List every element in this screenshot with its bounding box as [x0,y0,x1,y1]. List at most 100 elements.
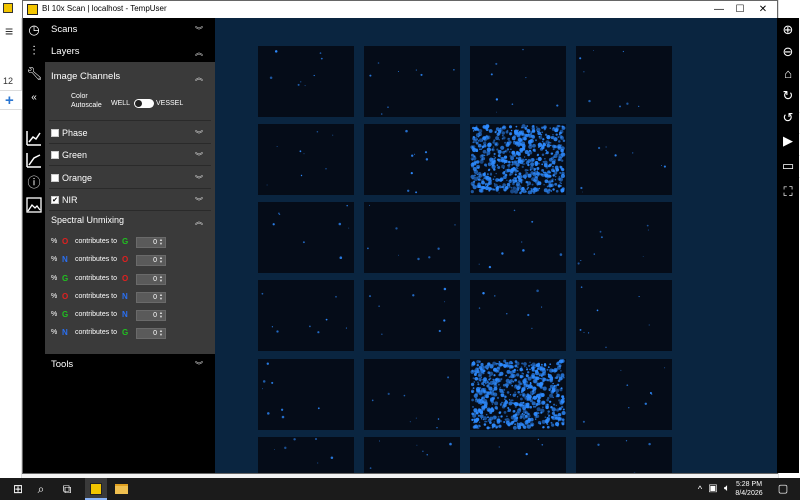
fluorescent-spot [514,173,517,176]
stepper-arrows-icon[interactable]: ▲ ▼ [158,275,164,284]
taskbar-clock[interactable]: 5:28 PM 8/4/2026 [733,480,765,498]
well-tile[interactable] [258,46,354,117]
well-tile[interactable] [576,46,672,117]
well-tile[interactable] [364,437,460,473]
sliders-icon[interactable]: ⫶ [26,43,42,59]
clock-icon[interactable]: ◷ [26,22,42,38]
well-tile[interactable] [470,202,566,273]
unmix-stepper[interactable]: 0 ▲ ▼ [136,237,166,248]
well-tile[interactable] [470,437,566,473]
analysis-icon[interactable] [26,130,42,146]
well-tile[interactable] [364,124,460,195]
layers-section[interactable]: Layers [51,46,80,57]
well-tile[interactable] [364,280,460,351]
unmix-stepper[interactable]: 0 ▲ ▼ [136,274,166,285]
well-tile[interactable] [258,437,354,473]
chevron-down-icon[interactable]: ︾ [195,174,203,185]
chevron-down-icon[interactable]: ︾ [195,360,203,371]
play-icon[interactable]: ▶ [780,133,796,149]
unmix-stepper[interactable]: 0 ▲ ▼ [136,328,166,339]
well-tile[interactable] [576,359,672,430]
hamburger-menu-icon[interactable]: ≡ [5,23,13,39]
search-icon[interactable]: ⌕ [33,481,49,497]
wrench-icon[interactable]: 🔧︎ [26,66,43,82]
fluorescent-spot [497,166,501,169]
well-tile[interactable] [470,359,566,430]
stepper-arrows-icon[interactable]: ▲ ▼ [158,293,164,302]
tools-section[interactable]: Tools [51,359,73,370]
fluorescent-spot [345,327,347,329]
fluorescent-spot [488,143,492,147]
well-tile[interactable] [576,280,672,351]
well-tile[interactable] [258,124,354,195]
unmix-stepper[interactable]: 0 ▲ ▼ [136,292,166,303]
chevron-down-icon[interactable]: ︾ [195,25,203,36]
ruler-icon[interactable]: ▭ [780,158,796,174]
nir-checkbox[interactable]: ✔ [51,196,59,204]
add-icon[interactable]: + [5,92,14,109]
well-tile[interactable] [364,202,460,273]
fluorescent-spot [488,378,491,381]
zoom-in-icon[interactable]: ⊕ [780,22,796,38]
chevron-up-icon[interactable]: ︽ [195,47,203,58]
start-icon[interactable]: ⊞ [10,481,26,497]
home-icon[interactable]: ⌂ [780,66,796,82]
phase-checkbox[interactable] [51,129,59,137]
well-tile[interactable] [258,202,354,273]
fluorescent-spot [493,384,498,388]
graph-icon[interactable] [26,152,42,168]
fluorescent-spot [648,442,651,446]
stepper-arrows-icon[interactable]: ▲ ▼ [158,238,164,247]
well-tile[interactable] [470,280,566,351]
well-tile[interactable] [470,46,566,117]
unmix-stepper[interactable]: 0 ▲ ▼ [136,255,166,266]
fluorescent-spot [536,153,539,157]
scan-app-taskbar-icon[interactable] [88,481,104,497]
image-icon[interactable] [26,197,42,213]
fluorescent-spot [496,185,499,188]
close-button[interactable]: ✕ [749,1,777,18]
fluorescent-spot [495,188,499,192]
well-tile[interactable] [364,359,460,430]
notification-icon[interactable]: ▢ [775,481,791,497]
scan-image-viewer[interactable] [215,18,777,473]
stepper-arrows-icon[interactable]: ▲ ▼ [158,256,164,265]
orange-checkbox[interactable] [51,174,59,182]
fluorescent-spot [546,135,551,140]
fluorescent-spot [555,189,559,193]
fit-screen-icon[interactable]: ⛶ [780,184,796,200]
well-tile[interactable] [364,46,460,117]
well-tile[interactable] [576,437,672,473]
well-tile-grid[interactable] [215,18,777,473]
well-tile[interactable] [576,124,672,195]
file-explorer-icon[interactable] [114,481,130,497]
chevron-up-icon[interactable]: ︽ [195,72,203,83]
history-icon[interactable]: ↺ [780,110,796,126]
well-tile[interactable] [576,202,672,273]
spectral-unmixing-section[interactable]: Spectral Unmixing [51,215,124,225]
refresh-icon[interactable]: ↻ [780,88,796,104]
chevron-down-icon[interactable]: ︾ [195,196,203,207]
stepper-arrows-icon[interactable]: ▲ ▼ [158,311,164,320]
fluorescent-spot [477,414,480,417]
well-tile[interactable] [258,280,354,351]
chevron-down-icon[interactable]: ︾ [195,129,203,140]
collapse-panel-icon[interactable]: « [26,90,42,106]
chevron-down-icon[interactable]: ︾ [195,151,203,162]
scans-section[interactable]: Scans [51,24,77,35]
image-channels-section[interactable]: Image Channels [51,71,120,82]
zoom-out-icon[interactable]: ⊖ [780,44,796,60]
unmix-stepper[interactable]: 0 ▲ ▼ [136,310,166,321]
title-bar[interactable]: BI 10x Scan | localhost - TempUser — ☐ ✕ [23,1,777,18]
info-icon[interactable]: ⓘ [26,175,42,191]
autoscale-toggle[interactable] [134,99,154,108]
green-checkbox[interactable] [51,151,59,159]
fluorescent-spot [537,412,540,415]
well-tile[interactable] [258,359,354,430]
fluorescent-spot [300,174,303,177]
well-tile[interactable] [470,124,566,195]
fluorescent-spot [517,129,519,132]
task-view-icon[interactable]: ⧉ [59,481,75,497]
chevron-up-icon[interactable]: ︽ [195,216,203,227]
stepper-arrows-icon[interactable]: ▲ ▼ [158,329,164,338]
